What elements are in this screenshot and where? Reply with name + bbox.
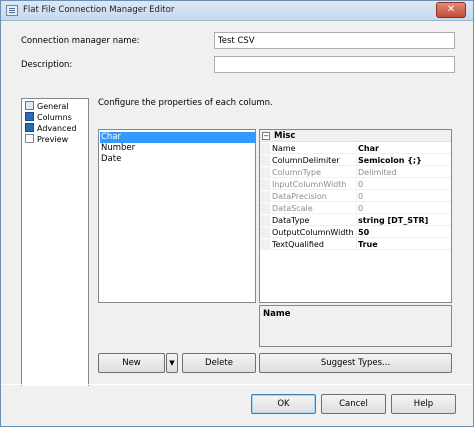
property-row-datatype[interactable]: DataType string [DT_STR] bbox=[260, 215, 451, 226]
row-gutter bbox=[260, 203, 270, 214]
page-nav: General Columns Advanced Preview bbox=[21, 98, 89, 388]
property-value: 0 bbox=[356, 179, 451, 190]
window-title: Flat File Connection Manager Editor bbox=[23, 5, 175, 15]
row-gutter bbox=[260, 191, 270, 202]
property-value[interactable]: 50 bbox=[356, 227, 451, 238]
general-page-icon bbox=[25, 101, 34, 110]
nav-item-preview[interactable]: Preview bbox=[25, 134, 68, 145]
property-row-columndelimiter[interactable]: ColumnDelimiter Semicolon {;} bbox=[260, 155, 451, 166]
property-value[interactable]: string [DT_STR] bbox=[356, 215, 451, 226]
property-row-name[interactable]: Name Char bbox=[260, 143, 451, 154]
column-item-number[interactable]: Number bbox=[100, 143, 255, 154]
nav-item-label: Columns bbox=[37, 113, 72, 122]
column-item-char[interactable]: Char bbox=[100, 132, 255, 143]
property-grid: − Misc Name Char ColumnDelimiter Semicol… bbox=[259, 129, 452, 303]
property-value: 0 bbox=[356, 203, 451, 214]
property-row-outputcolumnwidth[interactable]: OutputColumnWidth 50 bbox=[260, 227, 451, 238]
property-name: Name bbox=[272, 144, 296, 153]
property-value: Delimited bbox=[356, 167, 451, 178]
ok-button[interactable]: OK bbox=[251, 394, 316, 414]
collapse-icon[interactable]: − bbox=[262, 132, 270, 140]
footer-divider bbox=[1, 384, 473, 385]
row-gutter bbox=[260, 239, 270, 250]
close-button[interactable]: ✕ bbox=[436, 2, 466, 18]
property-name: InputColumnWidth bbox=[272, 180, 347, 189]
property-help-panel: Name bbox=[259, 305, 452, 347]
help-title: Name bbox=[263, 309, 291, 319]
row-gutter bbox=[260, 143, 270, 154]
category-header: − Misc bbox=[260, 130, 451, 142]
connection-name-input[interactable] bbox=[214, 32, 455, 49]
nav-item-general[interactable]: General bbox=[25, 101, 69, 112]
cancel-button[interactable]: Cancel bbox=[321, 394, 386, 414]
description-label: Description: bbox=[21, 60, 73, 70]
column-item-date[interactable]: Date bbox=[100, 154, 255, 165]
column-list[interactable]: Char Number Date bbox=[98, 129, 256, 303]
property-row-columntype[interactable]: ColumnType Delimited bbox=[260, 167, 451, 178]
property-row-textqualified[interactable]: TextQualified True bbox=[260, 239, 451, 250]
title-bar: Flat File Connection Manager Editor ✕ bbox=[1, 1, 473, 21]
property-value[interactable]: True bbox=[356, 239, 451, 250]
property-name: DataType bbox=[272, 216, 310, 225]
row-gutter bbox=[260, 167, 270, 178]
property-value: 0 bbox=[356, 191, 451, 202]
property-name: OutputColumnWidth bbox=[272, 228, 354, 237]
property-value[interactable]: Semicolon {;} bbox=[356, 155, 451, 166]
category-label: Misc bbox=[274, 131, 296, 141]
new-dropdown-icon[interactable]: ▼ bbox=[166, 353, 178, 373]
property-name: ColumnType bbox=[272, 168, 322, 177]
row-gutter bbox=[260, 179, 270, 190]
nav-item-advanced[interactable]: Advanced bbox=[25, 123, 77, 134]
help-button[interactable]: Help bbox=[391, 394, 456, 414]
nav-item-label: Preview bbox=[37, 135, 69, 144]
row-gutter bbox=[260, 155, 270, 166]
preview-page-icon bbox=[25, 134, 34, 143]
nav-item-columns[interactable]: Columns bbox=[25, 112, 72, 123]
property-row-dataprecision[interactable]: DataPrecision 0 bbox=[260, 191, 451, 202]
property-value[interactable]: Char bbox=[356, 143, 451, 154]
row-gutter bbox=[260, 215, 270, 226]
delete-button[interactable]: Delete bbox=[182, 353, 256, 373]
columns-page-icon bbox=[25, 112, 34, 121]
advanced-page-icon bbox=[25, 123, 34, 132]
property-row-inputcolumnwidth[interactable]: InputColumnWidth 0 bbox=[260, 179, 451, 190]
property-name: ColumnDelimiter bbox=[272, 156, 340, 165]
dialog-window: Flat File Connection Manager Editor ✕ Co… bbox=[0, 0, 474, 427]
new-button[interactable]: New bbox=[98, 353, 165, 373]
suggest-types-button[interactable]: Suggest Types... bbox=[259, 353, 452, 373]
property-name: TextQualified bbox=[272, 240, 324, 249]
section-description: Configure the properties of each column. bbox=[98, 98, 273, 108]
description-input[interactable] bbox=[214, 56, 455, 73]
name-label: Connection manager name: bbox=[21, 36, 140, 46]
nav-item-label: General bbox=[37, 102, 69, 111]
app-icon bbox=[6, 5, 18, 16]
row-gutter bbox=[260, 227, 270, 238]
nav-item-label: Advanced bbox=[37, 124, 77, 133]
property-name: DataScale bbox=[272, 204, 313, 213]
property-name: DataPrecision bbox=[272, 192, 327, 201]
property-row-datascale[interactable]: DataScale 0 bbox=[260, 203, 451, 214]
